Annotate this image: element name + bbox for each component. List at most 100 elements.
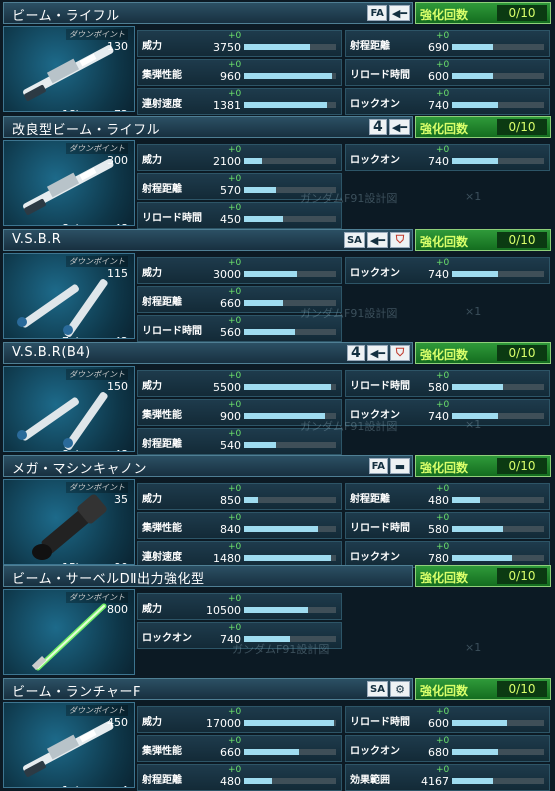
stat-bonus: +0 [436,400,450,410]
stat-bar-fill [244,720,334,726]
type-badge: FA [367,5,387,21]
stat-bonus: +0 [228,400,242,410]
type-badge: SA [367,681,388,697]
downpoint-value: 35 [114,493,128,506]
weapon-image-panel: ダウンポイント300 8 / 48 [3,140,135,226]
stat-bonus: +0 [228,287,242,297]
downpoint-value: 115 [107,267,128,280]
stat-row: ロックオン +0 740 [345,88,550,115]
stat-bonus: +0 [436,371,450,381]
stat-bar [244,749,336,755]
stat-bonus: +0 [436,145,450,155]
background-watermark-text: ガンダムF91設計図 [300,192,398,205]
stat-bar-fill [452,102,498,108]
stat-bonus: +0 [228,203,242,213]
downpoint-label: ダウンポイント [66,29,128,40]
stat-value: 900 [220,410,241,423]
enhance-value: 0/10 [497,568,547,584]
weapon-card: ビーム・ライフルFA◀━強化回数0/10ダウンポイント13018/72威力+03… [0,2,555,115]
arrow-left-icon: ◀━ [366,232,388,248]
stat-bar-fill [452,720,507,726]
stat-bar [244,442,336,448]
stat-bonus: +0 [228,736,242,746]
stat-bar-fill [452,73,493,79]
stat-row: 効果範囲 +0 4167 [345,764,550,791]
stat-bar [452,271,544,277]
stat-bar-fill [244,384,331,390]
stat-bar-fill [244,102,327,108]
stat-value: 3000 [213,268,241,281]
weapon-name: ビーム・サーベルDⅡ出力強化型 [12,572,205,587]
weapon-name: V.S.B.R [12,232,62,247]
stat-value: 540 [220,439,241,452]
stat-bar-fill [244,73,332,79]
weapon-header: ビーム・ライフル FA ◀━ [3,2,413,24]
weapon-header: ビーム・ランチャーF SA ⚙ [3,678,413,700]
stat-label: 集弾性能 [142,523,182,534]
stat-value: 580 [428,523,449,536]
stat-bonus: +0 [436,484,450,494]
stat-label: 射程距離 [350,41,390,52]
stat-bonus: +0 [436,258,450,268]
stat-bar [244,384,336,390]
stat-value: 690 [428,41,449,54]
stat-bar-fill [452,497,480,503]
stat-label: 効果範囲 [350,775,390,786]
stat-bonus: +0 [436,707,450,717]
ammo-separator: / [74,335,78,338]
stat-label: 集弾性能 [142,746,182,757]
stat-value: 680 [428,746,449,759]
stat-value: 570 [220,184,241,197]
background-watermark-text: ×1 [465,418,482,431]
ammo-separator: / [74,222,78,225]
stat-row: 威力 +0 17000 [137,706,342,733]
stat-label: 威力 [142,381,162,392]
ammo-current: 1 [62,784,69,787]
stat-value: 780 [428,552,449,565]
stat-row: 射程距離 +0 690 [345,30,550,57]
stat-bonus: +0 [228,765,242,775]
stat-bar-fill [452,271,498,277]
stat-value: 17000 [206,717,241,730]
enhance-count-panel: 強化回数 0/10 [415,229,551,251]
downpoint-label: ダウンポイント [66,369,128,380]
arrow-left-icon: ◀━ [388,119,410,135]
weapon-header: 改良型ビーム・ライフル 4 ◀━ [3,116,413,138]
stat-label: リロード時間 [350,523,410,534]
type-badge: FA [368,458,388,474]
stat-value: 600 [428,717,449,730]
weapon-name: ビーム・ライフル [12,9,120,24]
stat-bonus: +0 [436,89,450,99]
stat-label: 威力 [142,41,162,52]
stat-row: 集弾性能 +0 840 [137,512,342,539]
enhance-value: 0/10 [497,681,547,697]
stat-bar-fill [452,158,498,164]
stat-label: リロード時間 [350,70,410,81]
stat-value: 850 [220,494,241,507]
stat-value: 1381 [213,99,241,112]
stat-bar [452,749,544,755]
weapon-name: V.S.B.R(B4) [12,345,91,360]
stat-bar [452,555,544,561]
stat-bar [244,102,336,108]
stat-bar [244,720,336,726]
weapon-image-panel: ダウンポイント450 1 / 4 [3,702,135,788]
stat-label: ロックオン [142,633,192,644]
stat-bar [244,271,336,277]
weapon-image-panel: ダウンポイント13018/72 [3,26,135,112]
stat-bonus: +0 [228,623,242,633]
ammo-max: 42 [114,335,128,338]
enhance-value: 0/10 [497,345,547,361]
stat-label: ロックオン [350,268,400,279]
enhance-count-panel: 強化回数 0/10 [415,565,551,587]
stat-row: 集弾性能 +0 960 [137,59,342,86]
enhance-label: 強化回数 [420,235,469,249]
enhance-count-panel: 強化回数 0/10 [415,455,551,477]
stat-value: 4167 [421,775,449,788]
stat-bonus: +0 [228,429,242,439]
ammo-separator: / [74,108,78,111]
stat-bar-fill [244,749,299,755]
stat-bar [452,158,544,164]
stat-bonus: +0 [228,542,242,552]
enhance-count-panel: 強化回数 0/10 [415,678,551,700]
